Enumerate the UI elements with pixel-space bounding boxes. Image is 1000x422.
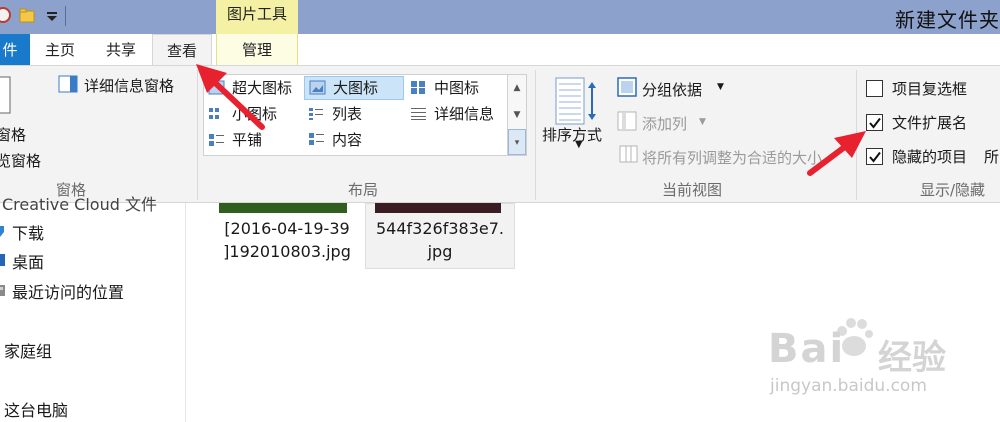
tiles-view-icon	[209, 134, 224, 146]
details-pane-button[interactable]: 详细信息窗格	[84, 75, 174, 96]
add-column-icon	[617, 111, 637, 131]
watermark-brand: Bai	[768, 326, 846, 372]
title-bar: 图片工具 新建文件夹	[0, 0, 1000, 34]
file-name-line: jpg	[427, 242, 453, 261]
hide-selected-items-button[interactable]: 所	[984, 146, 999, 167]
layout-large-icons[interactable]: 大图标	[304, 76, 404, 100]
group-by-icon	[617, 77, 637, 97]
navigation-pane-icon	[0, 76, 11, 114]
checkmark-icon	[869, 151, 881, 163]
extra-large-icons-icon	[208, 80, 225, 95]
layout-tiles[interactable]: 平铺	[204, 129, 262, 153]
tab-file[interactable]: 件	[0, 34, 30, 66]
navigation-pane-button[interactable]: 窗格	[0, 124, 26, 145]
preview-pane-button[interactable]: 览窗格	[0, 150, 41, 171]
tab-home[interactable]: 主页	[36, 34, 84, 66]
ribbon-tabs: 件 主页 共享 查看 管理	[0, 34, 1000, 66]
navigation-pane: Creative Cloud 文件 下载 桌面 最近访问的位置 家庭组 这台电脑	[0, 195, 186, 422]
item-checkboxes-label: 项目复选框	[892, 80, 968, 98]
file-extensions-label: 文件扩展名	[892, 114, 968, 132]
layout-item-label: 小图标	[232, 105, 278, 123]
size-all-columns-button[interactable]: 将所有列调整为合适的大小	[642, 147, 822, 168]
file-name-line: ]192010803.jpg	[223, 242, 351, 261]
scroll-up-icon[interactable]: ▲	[508, 75, 526, 102]
sort-by-dropdown-icon[interactable]: ▼	[575, 139, 583, 150]
show-hide-group-label: 显示/隐藏	[920, 181, 986, 199]
scroll-down-icon[interactable]: ▼	[508, 102, 526, 129]
layout-extra-large-icons[interactable]: 超大图标	[204, 77, 292, 101]
tab-view[interactable]: 查看	[152, 34, 212, 66]
size-columns-icon	[619, 145, 638, 163]
sort-by-icon	[555, 77, 596, 125]
nav-item-downloads[interactable]: 下载	[12, 220, 44, 244]
group-divider	[197, 70, 198, 200]
layout-details[interactable]: 详细信息	[406, 103, 494, 127]
customize-toolbar-icon[interactable]	[44, 6, 62, 24]
toolbar-separator	[65, 6, 66, 26]
layout-gallery: 超大图标 大图标 中图标 小图标 列表 详细信息 平铺 内容	[203, 74, 508, 156]
picture-tools-context-tab: 图片工具	[216, 0, 298, 34]
window-title: 新建文件夹	[895, 8, 1000, 32]
desktop-icon	[0, 254, 5, 266]
group-by-button[interactable]: 分组依据	[642, 79, 702, 100]
group-divider	[856, 70, 857, 200]
layout-item-label: 大图标	[333, 79, 379, 97]
item-checkboxes-checkbox[interactable]	[866, 80, 883, 97]
hidden-items-checkbox[interactable]	[866, 148, 883, 165]
medium-icons-icon	[411, 81, 425, 94]
file-name[interactable]: [2016-04-19-39 ]192010803.jpg	[207, 217, 367, 263]
tab-share[interactable]: 共享	[94, 34, 148, 66]
gallery-more-icon[interactable]: ▾	[508, 129, 526, 155]
details-pane-icon	[58, 75, 78, 93]
tab-manage[interactable]: 管理	[216, 34, 298, 66]
content-view-icon	[309, 133, 324, 145]
downloads-icon	[0, 226, 4, 237]
watermark-brand-suffix: 经验	[878, 338, 946, 378]
group-by-dropdown-icon[interactable]: ▼	[717, 82, 724, 92]
details-view-icon	[411, 108, 426, 120]
current-view-group-label: 当前视图	[662, 181, 723, 199]
layout-list[interactable]: 列表	[304, 103, 362, 127]
new-folder-icon[interactable]	[18, 6, 36, 24]
layout-medium-icons[interactable]: 中图标	[406, 77, 479, 101]
layout-item-label: 详细信息	[434, 105, 495, 123]
file-extensions-checkbox[interactable]	[866, 114, 883, 131]
layout-item-label: 中图标	[434, 79, 480, 97]
large-icons-icon	[309, 80, 326, 95]
nav-item-homegroup[interactable]: 家庭组	[4, 338, 52, 362]
small-icons-icon	[209, 108, 219, 119]
hidden-items-label: 隐藏的项目	[892, 148, 968, 166]
add-column-button[interactable]: 添加列	[642, 113, 687, 134]
nav-item-this-pc[interactable]: 这台电脑	[4, 397, 68, 421]
file-name[interactable]: 544f326f383e7. jpg	[365, 217, 515, 263]
add-column-dropdown-icon[interactable]: ▼	[699, 117, 706, 127]
nav-item-recent-places[interactable]: 最近访问的位置	[12, 279, 124, 303]
layout-content[interactable]: 内容	[304, 129, 362, 153]
nav-item-creative-cloud[interactable]: Creative Cloud 文件	[2, 191, 157, 215]
watermark-url: jingyan.baidu.com	[770, 376, 927, 396]
ribbon-view-panel: 窗格 览窗格 详细信息窗格 窗格 超大图标 大图标 中图标 小图标 列表 详细信…	[0, 65, 1000, 203]
list-view-icon	[309, 108, 323, 120]
file-name-line: [2016-04-19-39	[224, 219, 350, 238]
layout-item-label: 列表	[332, 105, 363, 123]
file-name-line: 544f326f383e7.	[376, 219, 504, 238]
sort-by-button[interactable]: 排序方式	[542, 124, 602, 145]
recent-places-icon	[0, 285, 5, 296]
layout-item-label: 平铺	[232, 131, 263, 149]
layout-item-label: 内容	[332, 131, 363, 149]
layout-gallery-scroller[interactable]: ▲ ▼ ▾	[508, 74, 527, 156]
file-thumbnail[interactable]	[219, 203, 347, 213]
properties-icon[interactable]	[0, 6, 12, 24]
group-divider	[535, 70, 536, 200]
layout-group-label: 布局	[348, 181, 379, 199]
nav-item-desktop[interactable]: 桌面	[12, 249, 44, 273]
file-thumbnail[interactable]	[375, 203, 501, 213]
layout-small-icons[interactable]: 小图标	[204, 103, 277, 127]
layout-item-label: 超大图标	[232, 79, 293, 97]
checkmark-icon	[869, 117, 881, 129]
